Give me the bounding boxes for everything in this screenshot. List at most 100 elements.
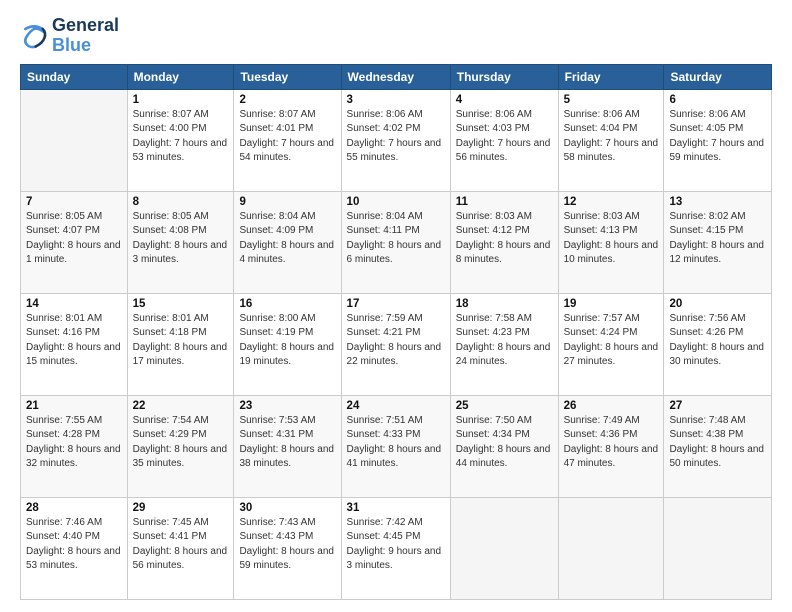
table-row: 6 Sunrise: 8:06 AMSunset: 4:05 PMDayligh… bbox=[664, 89, 772, 191]
table-row bbox=[558, 497, 664, 599]
day-info: Sunrise: 7:57 AMSunset: 4:24 PMDaylight:… bbox=[564, 312, 659, 370]
table-row: 2 Sunrise: 8:07 AMSunset: 4:01 PMDayligh… bbox=[234, 89, 341, 191]
day-info: Sunrise: 7:59 AMSunset: 4:21 PMDaylight:… bbox=[347, 312, 445, 370]
table-row: 12 Sunrise: 8:03 AMSunset: 4:13 PMDaylig… bbox=[558, 191, 664, 293]
table-row: 27 Sunrise: 7:48 AMSunset: 4:38 PMDaylig… bbox=[664, 395, 772, 497]
day-number: 7 bbox=[26, 196, 122, 208]
table-row: 25 Sunrise: 7:50 AMSunset: 4:34 PMDaylig… bbox=[450, 395, 558, 497]
day-info: Sunrise: 7:50 AMSunset: 4:34 PMDaylight:… bbox=[456, 414, 553, 472]
day-number: 4 bbox=[456, 94, 553, 106]
day-info: Sunrise: 8:07 AMSunset: 4:01 PMDaylight:… bbox=[239, 108, 335, 166]
logo-text: General Blue bbox=[52, 16, 119, 56]
table-row: 9 Sunrise: 8:04 AMSunset: 4:09 PMDayligh… bbox=[234, 191, 341, 293]
day-info: Sunrise: 7:48 AMSunset: 4:38 PMDaylight:… bbox=[669, 414, 766, 472]
day-number: 23 bbox=[239, 400, 335, 412]
day-number: 29 bbox=[133, 502, 229, 514]
col-tuesday: Tuesday bbox=[234, 64, 341, 89]
day-number: 26 bbox=[564, 400, 659, 412]
col-wednesday: Wednesday bbox=[341, 64, 450, 89]
day-info: Sunrise: 7:58 AMSunset: 4:23 PMDaylight:… bbox=[456, 312, 553, 370]
day-number: 20 bbox=[669, 298, 766, 310]
table-row: 30 Sunrise: 7:43 AMSunset: 4:43 PMDaylig… bbox=[234, 497, 341, 599]
table-row: 8 Sunrise: 8:05 AMSunset: 4:08 PMDayligh… bbox=[127, 191, 234, 293]
logo: General Blue bbox=[20, 16, 119, 56]
day-number: 1 bbox=[133, 94, 229, 106]
day-number: 12 bbox=[564, 196, 659, 208]
table-row: 16 Sunrise: 8:00 AMSunset: 4:19 PMDaylig… bbox=[234, 293, 341, 395]
day-info: Sunrise: 8:06 AMSunset: 4:03 PMDaylight:… bbox=[456, 108, 553, 166]
day-info: Sunrise: 8:07 AMSunset: 4:00 PMDaylight:… bbox=[133, 108, 229, 166]
day-number: 14 bbox=[26, 298, 122, 310]
table-row: 26 Sunrise: 7:49 AMSunset: 4:36 PMDaylig… bbox=[558, 395, 664, 497]
day-number: 15 bbox=[133, 298, 229, 310]
day-number: 10 bbox=[347, 196, 445, 208]
day-info: Sunrise: 8:06 AMSunset: 4:05 PMDaylight:… bbox=[669, 108, 766, 166]
page: General Blue Sunday Monday Tuesday Wedne… bbox=[0, 0, 792, 612]
table-row: 20 Sunrise: 7:56 AMSunset: 4:26 PMDaylig… bbox=[664, 293, 772, 395]
day-number: 21 bbox=[26, 400, 122, 412]
table-row: 21 Sunrise: 7:55 AMSunset: 4:28 PMDaylig… bbox=[21, 395, 128, 497]
calendar-table: Sunday Monday Tuesday Wednesday Thursday… bbox=[20, 64, 772, 600]
day-number: 24 bbox=[347, 400, 445, 412]
table-row: 1 Sunrise: 8:07 AMSunset: 4:00 PMDayligh… bbox=[127, 89, 234, 191]
day-number: 30 bbox=[239, 502, 335, 514]
day-number: 28 bbox=[26, 502, 122, 514]
table-row: 11 Sunrise: 8:03 AMSunset: 4:12 PMDaylig… bbox=[450, 191, 558, 293]
table-row: 14 Sunrise: 8:01 AMSunset: 4:16 PMDaylig… bbox=[21, 293, 128, 395]
table-row: 19 Sunrise: 7:57 AMSunset: 4:24 PMDaylig… bbox=[558, 293, 664, 395]
day-number: 18 bbox=[456, 298, 553, 310]
day-number: 22 bbox=[133, 400, 229, 412]
table-row: 7 Sunrise: 8:05 AMSunset: 4:07 PMDayligh… bbox=[21, 191, 128, 293]
day-number: 11 bbox=[456, 196, 553, 208]
day-info: Sunrise: 8:00 AMSunset: 4:19 PMDaylight:… bbox=[239, 312, 335, 370]
day-info: Sunrise: 7:55 AMSunset: 4:28 PMDaylight:… bbox=[26, 414, 122, 472]
day-info: Sunrise: 7:49 AMSunset: 4:36 PMDaylight:… bbox=[564, 414, 659, 472]
day-number: 3 bbox=[347, 94, 445, 106]
col-sunday: Sunday bbox=[21, 64, 128, 89]
col-friday: Friday bbox=[558, 64, 664, 89]
day-number: 6 bbox=[669, 94, 766, 106]
day-info: Sunrise: 8:02 AMSunset: 4:15 PMDaylight:… bbox=[669, 210, 766, 268]
day-info: Sunrise: 8:05 AMSunset: 4:07 PMDaylight:… bbox=[26, 210, 122, 268]
logo-icon bbox=[20, 22, 48, 50]
day-info: Sunrise: 8:06 AMSunset: 4:02 PMDaylight:… bbox=[347, 108, 445, 166]
table-row: 17 Sunrise: 7:59 AMSunset: 4:21 PMDaylig… bbox=[341, 293, 450, 395]
table-row: 4 Sunrise: 8:06 AMSunset: 4:03 PMDayligh… bbox=[450, 89, 558, 191]
calendar-header-row: Sunday Monday Tuesday Wednesday Thursday… bbox=[21, 64, 772, 89]
day-number: 27 bbox=[669, 400, 766, 412]
table-row: 29 Sunrise: 7:45 AMSunset: 4:41 PMDaylig… bbox=[127, 497, 234, 599]
day-info: Sunrise: 8:01 AMSunset: 4:16 PMDaylight:… bbox=[26, 312, 122, 370]
table-row: 24 Sunrise: 7:51 AMSunset: 4:33 PMDaylig… bbox=[341, 395, 450, 497]
table-row bbox=[21, 89, 128, 191]
day-number: 25 bbox=[456, 400, 553, 412]
day-info: Sunrise: 8:01 AMSunset: 4:18 PMDaylight:… bbox=[133, 312, 229, 370]
day-info: Sunrise: 7:43 AMSunset: 4:43 PMDaylight:… bbox=[239, 516, 335, 574]
day-info: Sunrise: 7:45 AMSunset: 4:41 PMDaylight:… bbox=[133, 516, 229, 574]
day-info: Sunrise: 7:46 AMSunset: 4:40 PMDaylight:… bbox=[26, 516, 122, 574]
day-number: 13 bbox=[669, 196, 766, 208]
day-number: 2 bbox=[239, 94, 335, 106]
day-info: Sunrise: 7:53 AMSunset: 4:31 PMDaylight:… bbox=[239, 414, 335, 472]
table-row bbox=[450, 497, 558, 599]
table-row: 28 Sunrise: 7:46 AMSunset: 4:40 PMDaylig… bbox=[21, 497, 128, 599]
col-thursday: Thursday bbox=[450, 64, 558, 89]
day-info: Sunrise: 8:04 AMSunset: 4:11 PMDaylight:… bbox=[347, 210, 445, 268]
col-saturday: Saturday bbox=[664, 64, 772, 89]
day-number: 16 bbox=[239, 298, 335, 310]
day-info: Sunrise: 8:04 AMSunset: 4:09 PMDaylight:… bbox=[239, 210, 335, 268]
day-info: Sunrise: 7:42 AMSunset: 4:45 PMDaylight:… bbox=[347, 516, 445, 574]
day-number: 31 bbox=[347, 502, 445, 514]
table-row: 10 Sunrise: 8:04 AMSunset: 4:11 PMDaylig… bbox=[341, 191, 450, 293]
day-info: Sunrise: 7:56 AMSunset: 4:26 PMDaylight:… bbox=[669, 312, 766, 370]
table-row: 22 Sunrise: 7:54 AMSunset: 4:29 PMDaylig… bbox=[127, 395, 234, 497]
day-info: Sunrise: 7:51 AMSunset: 4:33 PMDaylight:… bbox=[347, 414, 445, 472]
day-number: 17 bbox=[347, 298, 445, 310]
day-info: Sunrise: 7:54 AMSunset: 4:29 PMDaylight:… bbox=[133, 414, 229, 472]
table-row: 3 Sunrise: 8:06 AMSunset: 4:02 PMDayligh… bbox=[341, 89, 450, 191]
table-row: 31 Sunrise: 7:42 AMSunset: 4:45 PMDaylig… bbox=[341, 497, 450, 599]
day-number: 9 bbox=[239, 196, 335, 208]
day-info: Sunrise: 8:03 AMSunset: 4:12 PMDaylight:… bbox=[456, 210, 553, 268]
table-row: 23 Sunrise: 7:53 AMSunset: 4:31 PMDaylig… bbox=[234, 395, 341, 497]
day-number: 5 bbox=[564, 94, 659, 106]
day-info: Sunrise: 8:06 AMSunset: 4:04 PMDaylight:… bbox=[564, 108, 659, 166]
